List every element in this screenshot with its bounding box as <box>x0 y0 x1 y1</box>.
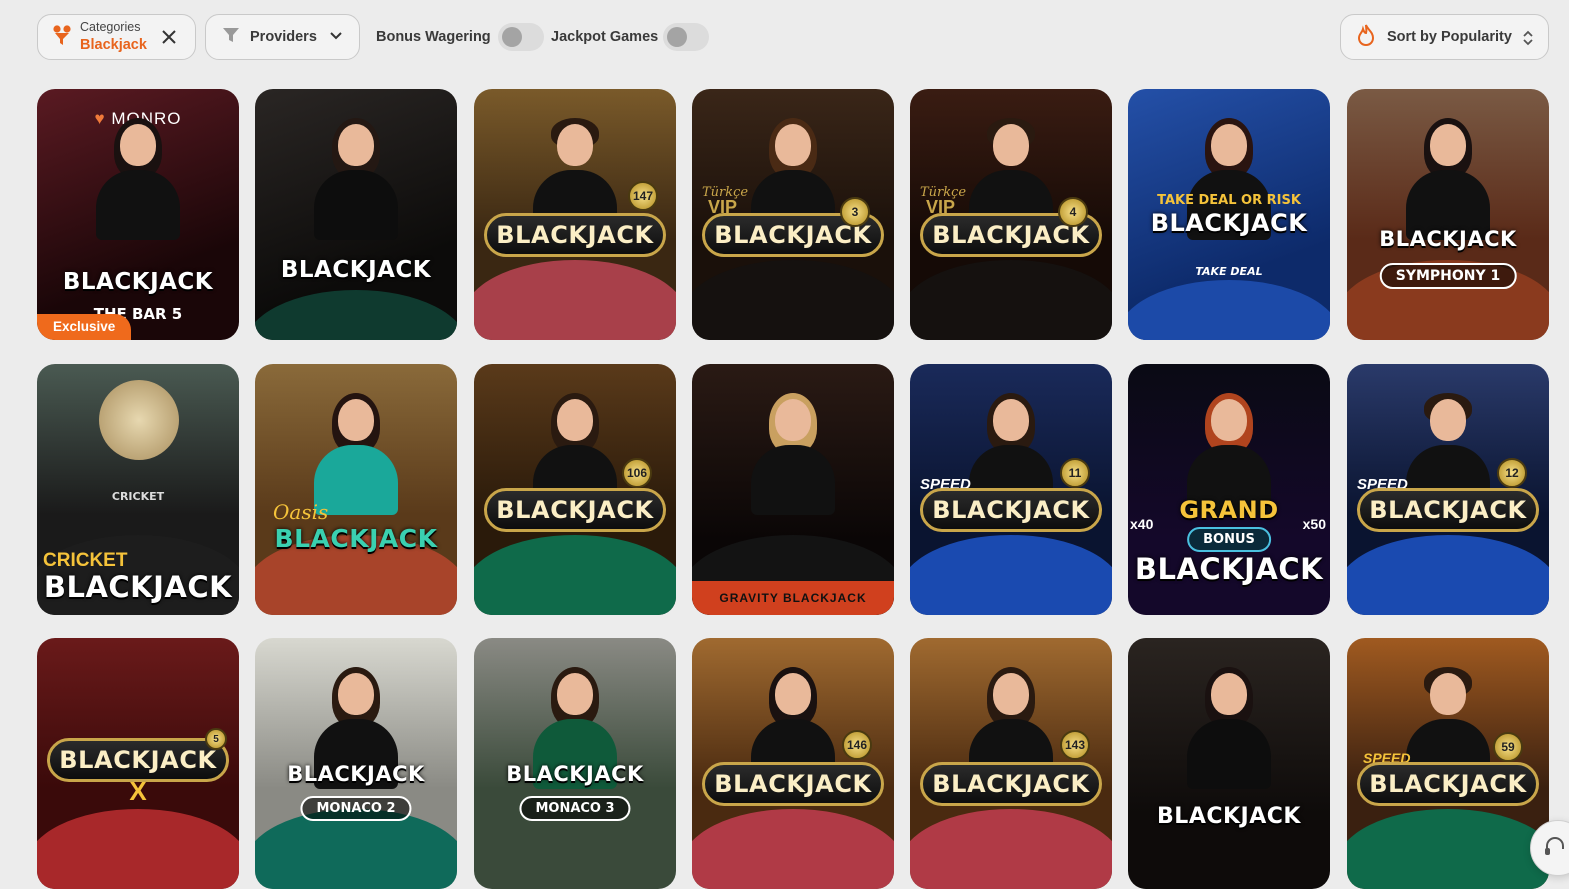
sort-caret-icon <box>1522 29 1534 52</box>
jackpot-games-label: Jackpot Games <box>551 29 659 45</box>
table-number-badge: 143 <box>1060 730 1090 760</box>
filter-toolbar: Categories Blackjack Providers Bonus Wag… <box>0 0 1569 80</box>
game-card[interactable]: BLACKJACK X 5 <box>37 638 239 889</box>
table-number-badge: 146 <box>842 730 872 760</box>
game-card[interactable]: TAKE DEAL OR RISK BLACKJACK TAKE DEAL <box>1128 89 1330 340</box>
game-title: BLACKJACK <box>1357 762 1539 806</box>
game-card[interactable]: Oasis BLACKJACK <box>255 364 457 615</box>
game-card[interactable]: BLACKJACK <box>255 89 457 340</box>
game-card[interactable]: ♥ MONRO BLACKJACK THE BAR 5 Exclusive <box>37 89 239 340</box>
table-text: CRICKET <box>111 490 165 503</box>
category-label: Categories <box>80 20 141 35</box>
category-filter-icon <box>52 24 72 51</box>
table-number-badge: 12 <box>1497 458 1527 488</box>
game-footer-label: TAKE DEAL <box>1195 265 1263 278</box>
funnel-icon <box>222 26 240 49</box>
game-card[interactable]: BLACKJACK MONACO 2 <box>255 638 457 889</box>
providers-label: Providers <box>250 29 317 45</box>
game-card[interactable]: BLACKJACK 147 <box>474 89 676 340</box>
game-card[interactable]: BLACKJACK 106 <box>474 364 676 615</box>
game-title: BLACKJACK <box>506 762 644 786</box>
game-card[interactable]: SPEED BLACKJACK 59 <box>1347 638 1549 889</box>
game-title: BLACKJACK <box>1157 804 1301 829</box>
category-value: Blackjack <box>80 36 147 53</box>
left-multiplier: x40 <box>1130 516 1154 532</box>
game-title: BLACKJACK <box>484 488 666 532</box>
bonus-wagering-label: Bonus Wagering <box>376 29 491 45</box>
game-title: BLACKJACK <box>1379 227 1517 251</box>
game-title: BLACKJACK <box>43 570 233 604</box>
game-card[interactable]: GRAND BONUS x40 x50 BLACKJACK <box>1128 364 1330 615</box>
game-title: BLACKJACK <box>920 488 1102 532</box>
headset-icon <box>1543 835 1567 864</box>
game-title: BLACKJACK <box>287 762 425 786</box>
game-title: BLACKJACK <box>702 762 884 806</box>
game-title: BLACKJACK <box>1357 488 1539 532</box>
game-top-label: TAKE DEAL OR RISK <box>1157 193 1301 208</box>
game-script-label: Oasis <box>273 500 329 524</box>
right-multiplier: x50 <box>1302 516 1326 532</box>
table-number-badge: 5 <box>205 728 227 750</box>
game-card[interactable]: SPEED BLACKJACK 12 <box>1347 364 1549 615</box>
game-card[interactable]: Türkçe VIP BLACKJACK 4 <box>910 89 1112 340</box>
exclusive-badge: Exclusive <box>37 314 132 340</box>
game-title: BLACKJACK <box>484 213 666 257</box>
jackpot-games-toggle[interactable] <box>663 23 709 51</box>
game-card[interactable]: CRICKET CRICKET BLACKJACK <box>37 364 239 615</box>
game-title: GRAVITY BLACKJACK <box>692 581 894 615</box>
game-title: BLACKJACK <box>1134 552 1324 586</box>
game-subtitle: SYMPHONY 1 <box>1379 263 1517 289</box>
game-card[interactable]: BLACKJACK <box>1128 638 1330 889</box>
table-number-badge: 3 <box>840 197 870 227</box>
table-number-badge: 147 <box>628 181 658 211</box>
game-title: BLACKJACK <box>1150 209 1308 237</box>
providers-filter-button[interactable]: Providers <box>205 14 360 60</box>
game-card[interactable]: BLACKJACK 146 <box>692 638 894 889</box>
game-card[interactable]: Türkçe VIP BLACKJACK 3 <box>692 89 894 340</box>
game-subtitle: BONUS <box>1187 527 1271 552</box>
game-title: BLACKJACK <box>274 524 438 553</box>
game-card[interactable]: GRAVITY BLACKJACK <box>692 364 894 615</box>
sort-dropdown[interactable]: Sort by Popularity <box>1340 14 1549 60</box>
game-card[interactable]: SPEED BLACKJACK 11 <box>910 364 1112 615</box>
game-title: BLACKJACK <box>920 762 1102 806</box>
sort-label: Sort by Popularity <box>1387 29 1512 45</box>
flame-icon <box>1357 24 1375 51</box>
table-number-badge: 11 <box>1060 458 1090 488</box>
table-number-badge: 4 <box>1058 197 1088 227</box>
close-icon[interactable] <box>159 27 179 52</box>
category-filter-chip[interactable]: Categories Blackjack <box>37 14 196 60</box>
game-top-label: GRAND <box>1179 496 1279 524</box>
bonus-wagering-toggle[interactable] <box>498 23 544 51</box>
game-title: BLACKJACK <box>62 269 214 295</box>
game-title: BLACKJACK <box>280 257 432 283</box>
game-subtitle: MONACO 2 <box>300 796 412 821</box>
table-number-badge: 59 <box>1493 732 1523 762</box>
game-top-label: CRICKET <box>43 550 128 571</box>
chevron-down-icon <box>329 28 343 46</box>
game-card[interactable]: BLACKJACK 143 <box>910 638 1112 889</box>
game-card[interactable]: BLACKJACK SYMPHONY 1 <box>1347 89 1549 340</box>
table-number-badge: 106 <box>622 458 652 488</box>
game-subtitle: MONACO 3 <box>519 796 631 821</box>
game-suffix: X <box>129 776 147 806</box>
game-card[interactable]: BLACKJACK MONACO 3 <box>474 638 676 889</box>
